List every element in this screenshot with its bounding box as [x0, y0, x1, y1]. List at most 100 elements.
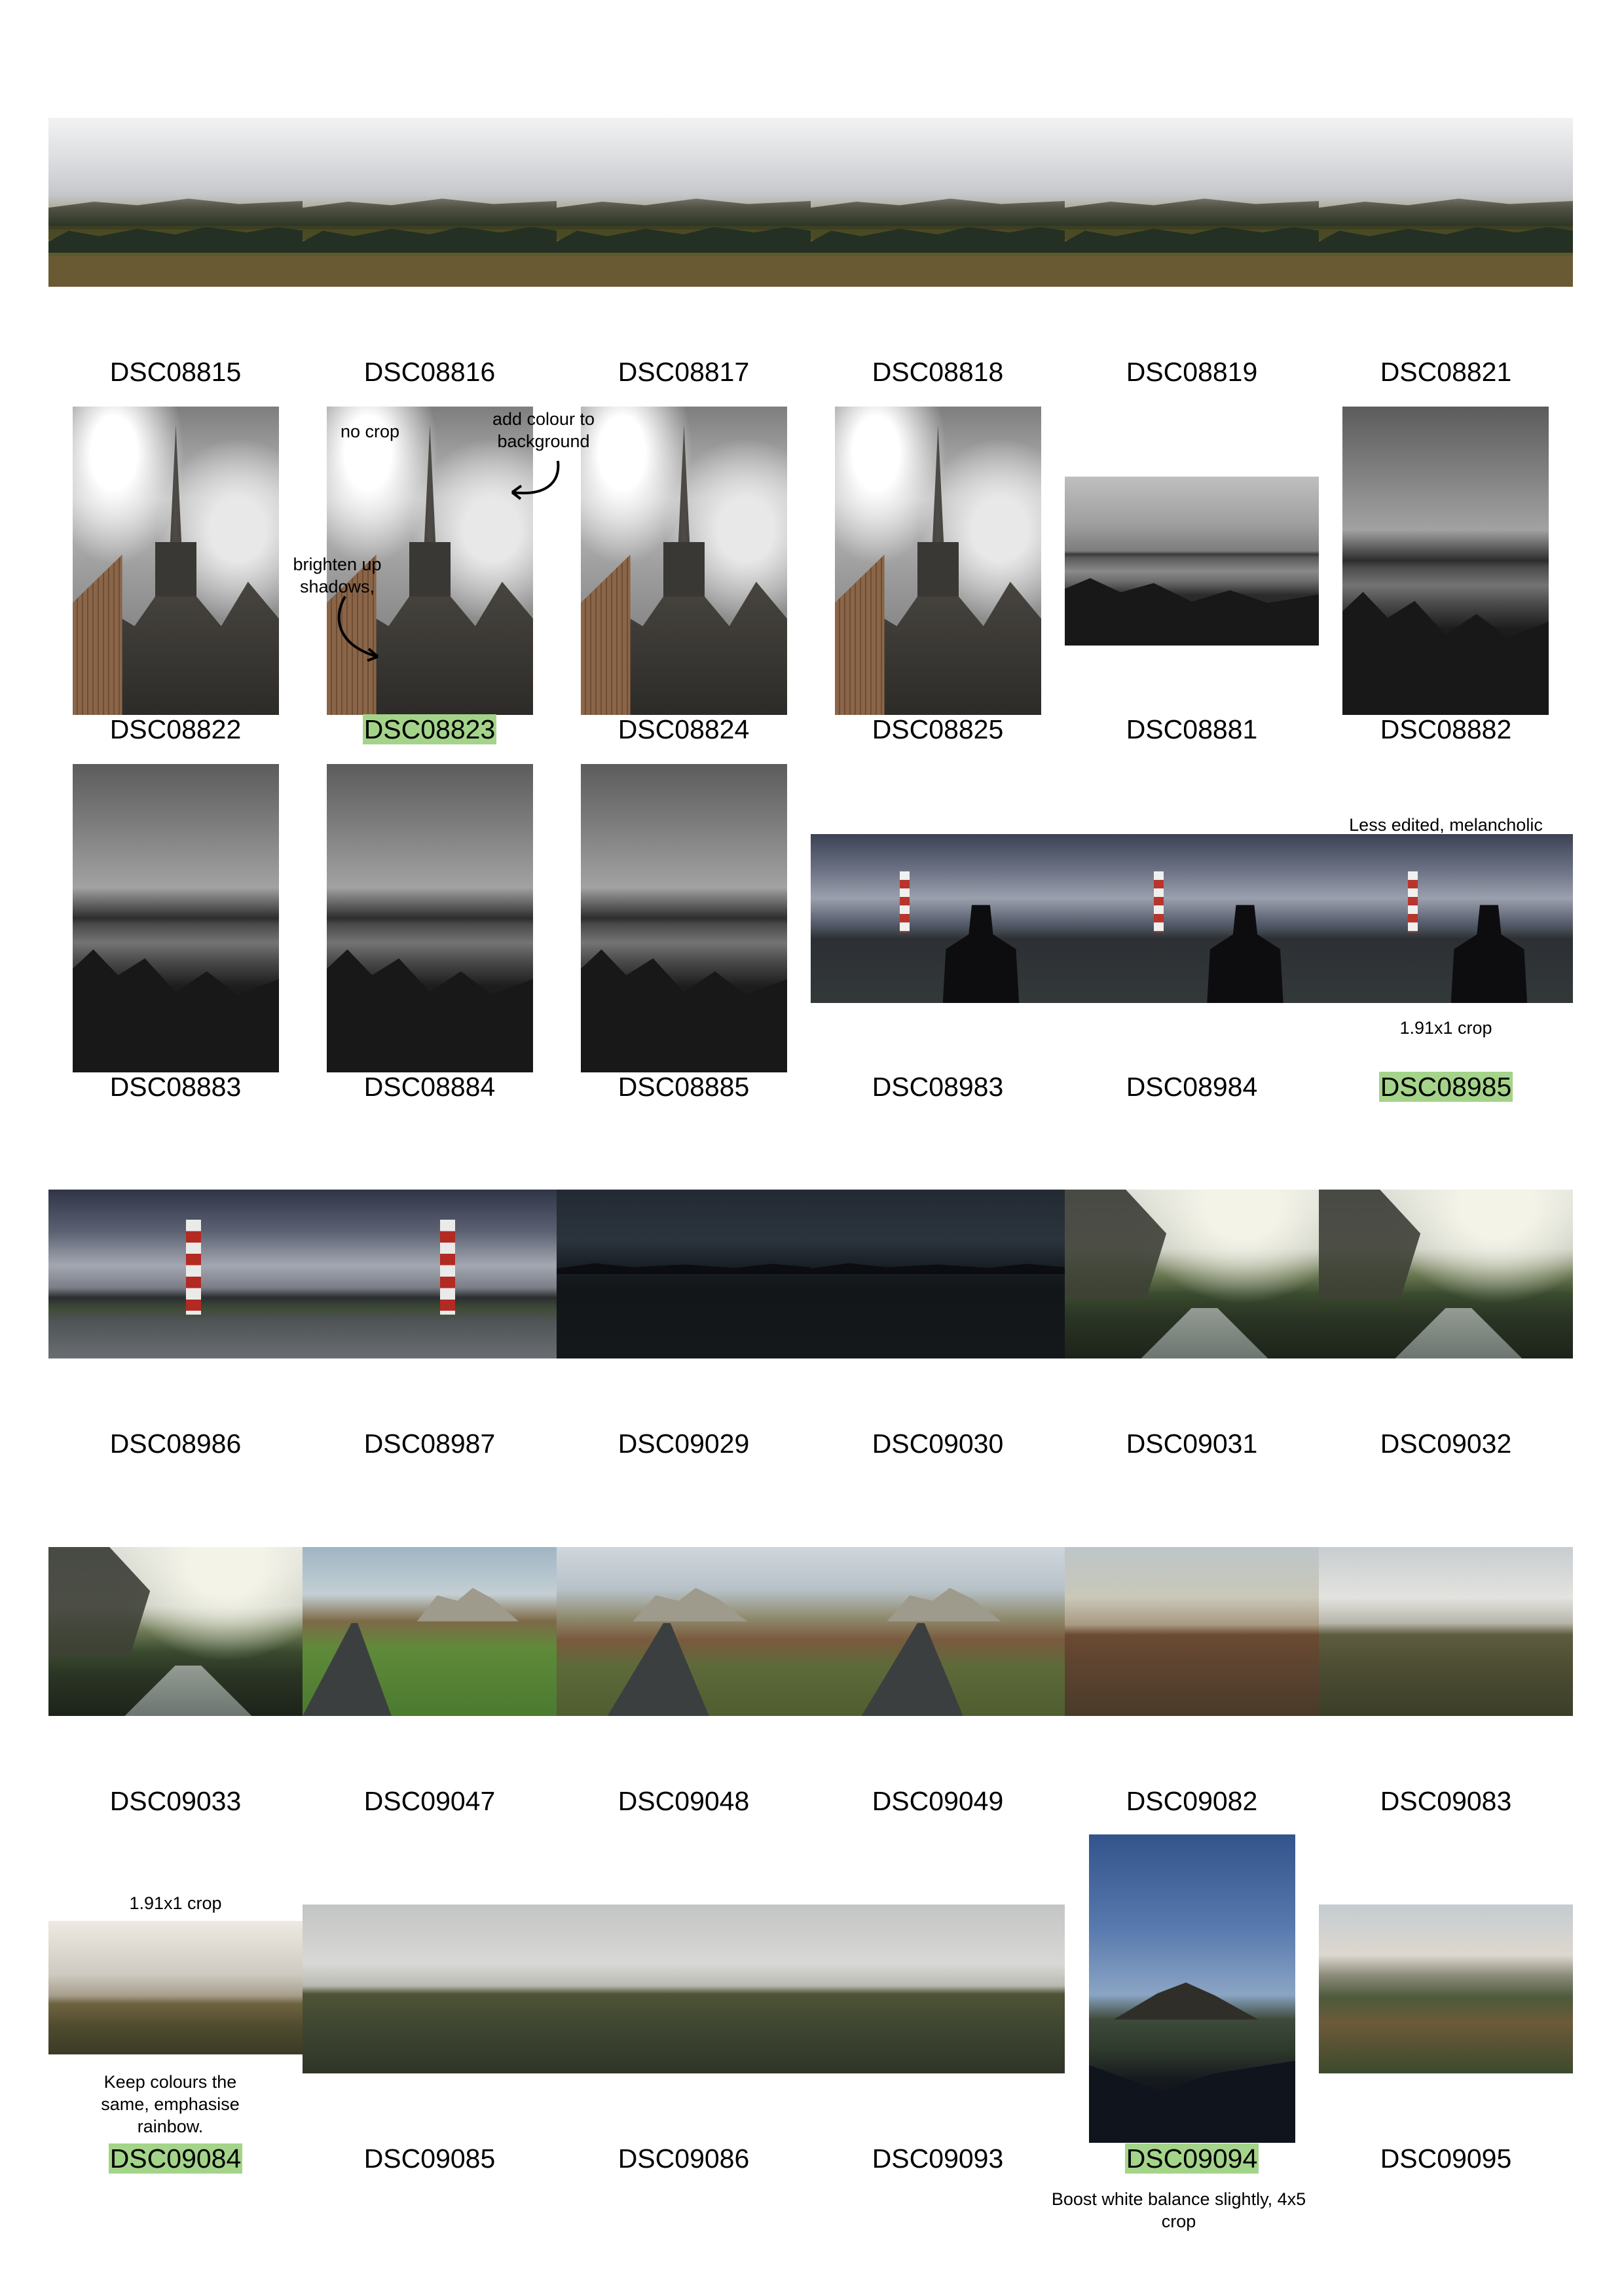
filename-text: DSC09093 [872, 2143, 1004, 2174]
photo-label: DSC08816 [303, 355, 557, 388]
photo-thumbnail [835, 407, 1041, 715]
photo-label: DSC09032 [1319, 1427, 1573, 1460]
photo-thumbnail [557, 1904, 811, 2073]
curved-arrow-icon [511, 460, 560, 500]
photo-thumbnail [581, 764, 787, 1072]
photo-label: DSC08821 [1319, 355, 1573, 388]
filename-text: DSC08882 [1380, 714, 1512, 744]
filename-text: DSC09094 [1124, 2143, 1259, 2174]
photo-thumbnail [1065, 1190, 1319, 1358]
photo-label: DSC08881 [1065, 713, 1319, 746]
photo-thumbnail [557, 1547, 811, 1716]
photo-label: DSC08815 [48, 355, 303, 388]
photo-thumbnail [303, 118, 557, 287]
photo-thumbnail [48, 1547, 303, 1716]
filename-text: DSC08822 [109, 714, 242, 744]
filename-text: DSC09049 [872, 1786, 1004, 1816]
photo-label: DSC08984 [1065, 1070, 1319, 1103]
filename-text: DSC08987 [363, 1429, 496, 1459]
photo-label: DSC08885 [557, 1070, 811, 1103]
filename-text: DSC08823 [362, 714, 497, 744]
photo-thumbnail [1065, 1547, 1319, 1716]
photo-thumbnail [811, 834, 1065, 1003]
filename-text: DSC08885 [618, 1072, 750, 1102]
filename-text: DSC08815 [109, 357, 242, 387]
filename-text: DSC09085 [363, 2143, 496, 2174]
filename-text: DSC09030 [872, 1429, 1004, 1459]
photo-label: DSC09082 [1065, 1785, 1319, 1817]
photo-label: DSC08817 [557, 355, 811, 388]
photo-label: DSC09085 [303, 2142, 557, 2175]
filename-text: DSC08881 [1126, 714, 1258, 744]
photo-thumbnail [303, 1190, 557, 1358]
photo-thumbnail [1089, 1834, 1295, 2143]
filename-text: DSC08883 [109, 1072, 242, 1102]
photo-label: DSC08987 [303, 1427, 557, 1460]
photo-thumbnail [557, 118, 811, 287]
photo-label: DSC09094 [1065, 2142, 1319, 2175]
photo-label: DSC09093 [811, 2142, 1065, 2175]
filename-text: DSC09084 [108, 2143, 243, 2174]
photo-thumbnail [327, 764, 533, 1072]
photo-label: DSC08884 [303, 1070, 557, 1103]
filename-text: DSC08818 [872, 357, 1004, 387]
filename-text: DSC08884 [363, 1072, 496, 1102]
filename-text: DSC09086 [618, 2143, 750, 2174]
photo-thumbnail [1342, 407, 1549, 715]
photo-thumbnail [73, 407, 279, 715]
photo-thumbnail [1065, 477, 1319, 646]
photo-label: DSC09083 [1319, 1785, 1573, 1817]
photo-thumbnail [303, 1547, 557, 1716]
photo-thumbnail [581, 407, 787, 715]
note-keep-colours: Keep colours the same, emphasise rainbow… [101, 2072, 240, 2136]
photo-label: DSC08986 [48, 1427, 303, 1460]
photo-thumbnail [303, 1904, 557, 2073]
photo-thumbnail [1319, 1547, 1573, 1716]
photo-label: DSC08824 [557, 713, 811, 746]
filename-text: DSC09082 [1126, 1786, 1258, 1816]
filename-text: DSC09031 [1126, 1429, 1258, 1459]
photo-thumbnail [1319, 834, 1573, 1003]
photo-thumbnail [811, 1547, 1065, 1716]
photo-label: DSC08985 [1319, 1070, 1573, 1103]
filename-text: DSC08817 [618, 357, 750, 387]
filename-text: DSC09033 [109, 1786, 242, 1816]
filename-text: DSC08824 [618, 714, 750, 744]
photo-label: DSC09029 [557, 1427, 811, 1460]
photo-thumbnail [811, 118, 1065, 287]
filename-text: DSC09095 [1380, 2143, 1512, 2174]
photo-thumbnail [73, 764, 279, 1072]
curved-arrow-icon [337, 595, 379, 662]
photo-label: DSC09030 [811, 1427, 1065, 1460]
photo-label: DSC08883 [48, 1070, 303, 1103]
photo-label: DSC09031 [1065, 1427, 1319, 1460]
note-crop-ratio: 1.91x1 crop [1399, 1018, 1492, 1038]
photo-thumbnail [1319, 1904, 1573, 2073]
filename-text: DSC08825 [872, 714, 1004, 744]
photo-thumbnail [48, 1921, 303, 2054]
photo-label: DSC08822 [48, 713, 303, 746]
note-brighten-shadows: brighten up shadows, [293, 555, 382, 596]
photo-label: DSC08819 [1065, 355, 1319, 388]
note-add-colour: add colour to background [492, 409, 595, 451]
filename-text: DSC08984 [1126, 1072, 1258, 1102]
photo-label: DSC08818 [811, 355, 1065, 388]
photo-thumbnail [1065, 118, 1319, 287]
note-no-crop: no crop [340, 422, 400, 441]
photo-thumbnail [1319, 1190, 1573, 1358]
filename-text: DSC08816 [363, 357, 496, 387]
filename-text: DSC08986 [109, 1429, 242, 1459]
photo-thumbnail [48, 118, 303, 287]
photo-label: DSC08882 [1319, 713, 1573, 746]
photo-thumbnail [811, 1190, 1065, 1358]
filename-text: DSC08985 [1378, 1072, 1513, 1102]
filename-text: DSC09048 [618, 1786, 750, 1816]
filename-text: DSC09029 [618, 1429, 750, 1459]
photo-label: DSC09084 [48, 2142, 303, 2175]
note-boost-white-balance: Boost white balance slightly, 4x5 crop [1051, 2189, 1306, 2231]
filename-text: DSC09032 [1380, 1429, 1512, 1459]
filename-text: DSC08819 [1126, 357, 1258, 387]
photo-thumbnail [1319, 118, 1573, 287]
filename-text: DSC09083 [1380, 1786, 1512, 1816]
photo-label: DSC09086 [557, 2142, 811, 2175]
